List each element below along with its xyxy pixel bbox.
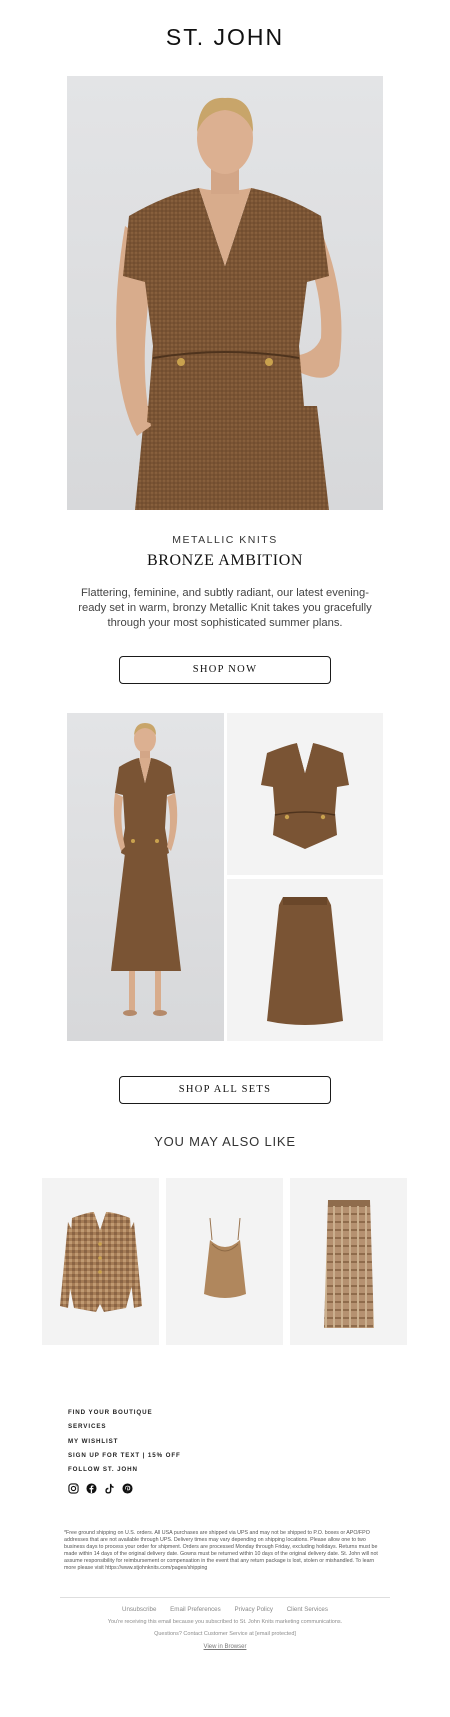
tiktok-icon[interactable] xyxy=(104,1483,115,1494)
recommendations-title: YOU MAY ALSO LIKE xyxy=(154,1134,296,1149)
client-services-link[interactable]: Client Services xyxy=(287,1606,328,1613)
social-icons xyxy=(68,1483,133,1494)
recommendation-plaid-skirt[interactable] xyxy=(290,1178,407,1345)
my-wishlist-link[interactable]: MY WISHLIST xyxy=(68,1435,268,1449)
unsubscribe-link[interactable]: Unsubscribe xyxy=(122,1606,156,1613)
sign-up-for-text-link[interactable]: SIGN UP FOR TEXT | 15% OFF xyxy=(68,1449,268,1463)
hero-model-photo[interactable] xyxy=(67,76,383,510)
view-in-browser-link[interactable]: View in Browser xyxy=(204,1644,247,1650)
hero-headline: BRONZE AMBITION xyxy=(146,552,304,569)
collection-eyebrow: METALLIC KNITS xyxy=(172,534,278,546)
brand-logo[interactable]: ST. JOHN xyxy=(0,24,450,51)
recommendation-jacket[interactable] xyxy=(42,1178,159,1345)
recommendation-camisole[interactable] xyxy=(166,1178,283,1345)
find-your-boutique-link[interactable]: FIND YOUR BOUTIQUE xyxy=(68,1406,268,1420)
follow-label: FOLLOW ST. JOHN xyxy=(68,1466,138,1474)
footer-divider xyxy=(60,1597,390,1598)
legal-disclaimer: *Free ground shipping on U.S. orders. Al… xyxy=(64,1530,378,1571)
shop-now-button[interactable]: SHOP NOW xyxy=(119,656,331,684)
services-link[interactable]: SERVICES xyxy=(68,1420,268,1434)
subscription-note: You're receiving this email because you … xyxy=(107,1619,343,1625)
instagram-icon[interactable] xyxy=(68,1483,79,1494)
facebook-icon[interactable] xyxy=(86,1483,97,1494)
privacy-policy-link[interactable]: Privacy Policy xyxy=(234,1606,273,1613)
email-preferences-link[interactable]: Email Preferences xyxy=(170,1606,221,1613)
shop-all-sets-button[interactable]: SHOP ALL SETS xyxy=(119,1076,331,1104)
footer-links: FIND YOUR BOUTIQUE SERVICES MY WISHLIST … xyxy=(68,1406,268,1477)
midi-skirt-product-photo[interactable] xyxy=(227,879,383,1041)
set-model-photo[interactable] xyxy=(67,713,224,1041)
wrap-top-product-photo[interactable] xyxy=(227,713,383,875)
contact-note: Questions? Contact Customer Service at [… xyxy=(154,1631,296,1637)
hero-body-copy: Flattering, feminine, and subtly radiant… xyxy=(78,587,372,629)
footer-nav: Unsubscribe Email Preferences Privacy Po… xyxy=(0,1606,450,1613)
view-in-browser: View in Browser xyxy=(0,1644,450,1650)
pinterest-icon[interactable] xyxy=(122,1483,133,1494)
